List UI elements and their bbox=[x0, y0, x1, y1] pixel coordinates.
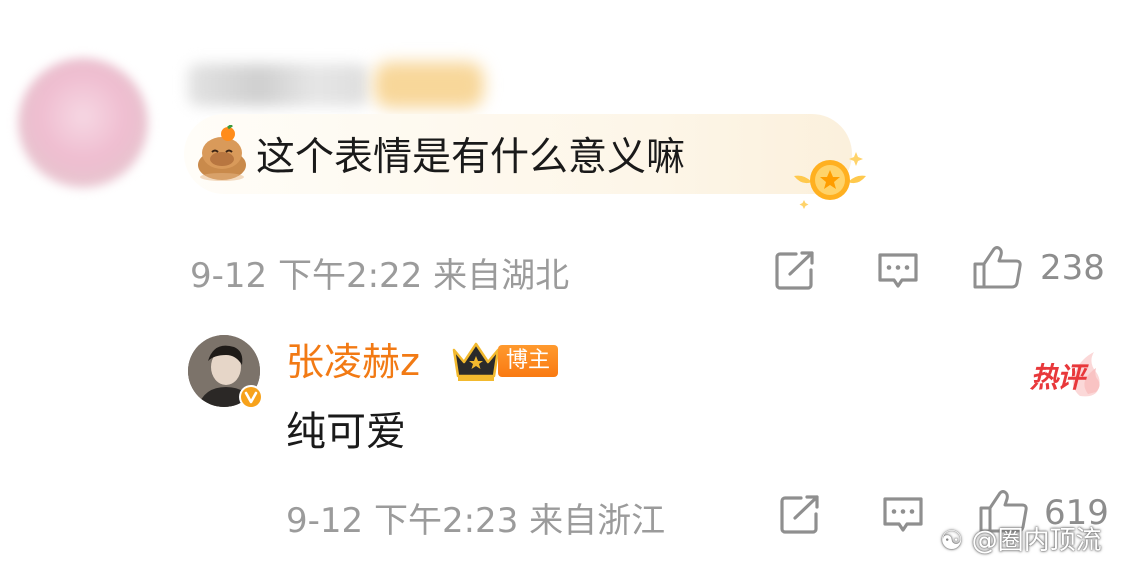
commenter-badge-blurred bbox=[374, 62, 484, 108]
comment-meta: 9-12 下午2:22 来自湖北 bbox=[190, 248, 569, 297]
capybara-emoji-icon bbox=[198, 125, 246, 181]
reply-location: 来自浙江 bbox=[529, 501, 666, 541]
verified-v-badge-icon bbox=[239, 385, 263, 409]
reply-comment-icon[interactable] bbox=[881, 494, 925, 534]
weibo-logo-icon: ☯ bbox=[940, 526, 964, 556]
like-count: 238 bbox=[1040, 248, 1105, 288]
watermark-text: @圈内顶流 bbox=[971, 526, 1102, 556]
reply-meta: 9-12 下午2:23 来自浙江 bbox=[286, 493, 665, 542]
reply-text: 纯可爱 bbox=[286, 409, 406, 455]
crown-icon bbox=[452, 342, 500, 381]
share-icon[interactable] bbox=[774, 250, 818, 290]
weibo-watermark: ☯ @圈内顶流 bbox=[940, 520, 1102, 557]
author-name[interactable]: 张凌赫z bbox=[286, 336, 420, 388]
commenter-name-blurred[interactable] bbox=[188, 64, 368, 106]
commenter-avatar[interactable] bbox=[18, 58, 148, 188]
star-medal-icon bbox=[794, 152, 866, 209]
comment-location: 来自湖北 bbox=[433, 256, 570, 296]
comment-time: 9-12 下午2:22 bbox=[190, 256, 423, 296]
author-badge: 博主 bbox=[498, 345, 559, 377]
comment-reply-icon[interactable] bbox=[876, 250, 920, 290]
reply-share-icon[interactable] bbox=[779, 494, 823, 534]
like-thumb-icon[interactable] bbox=[972, 244, 1024, 290]
hot-comment-tag: 热评 bbox=[1030, 361, 1085, 394]
comment-text: 这个表情是有什么意义嘛 bbox=[256, 135, 686, 180]
reply-time: 9-12 下午2:23 bbox=[286, 501, 519, 541]
